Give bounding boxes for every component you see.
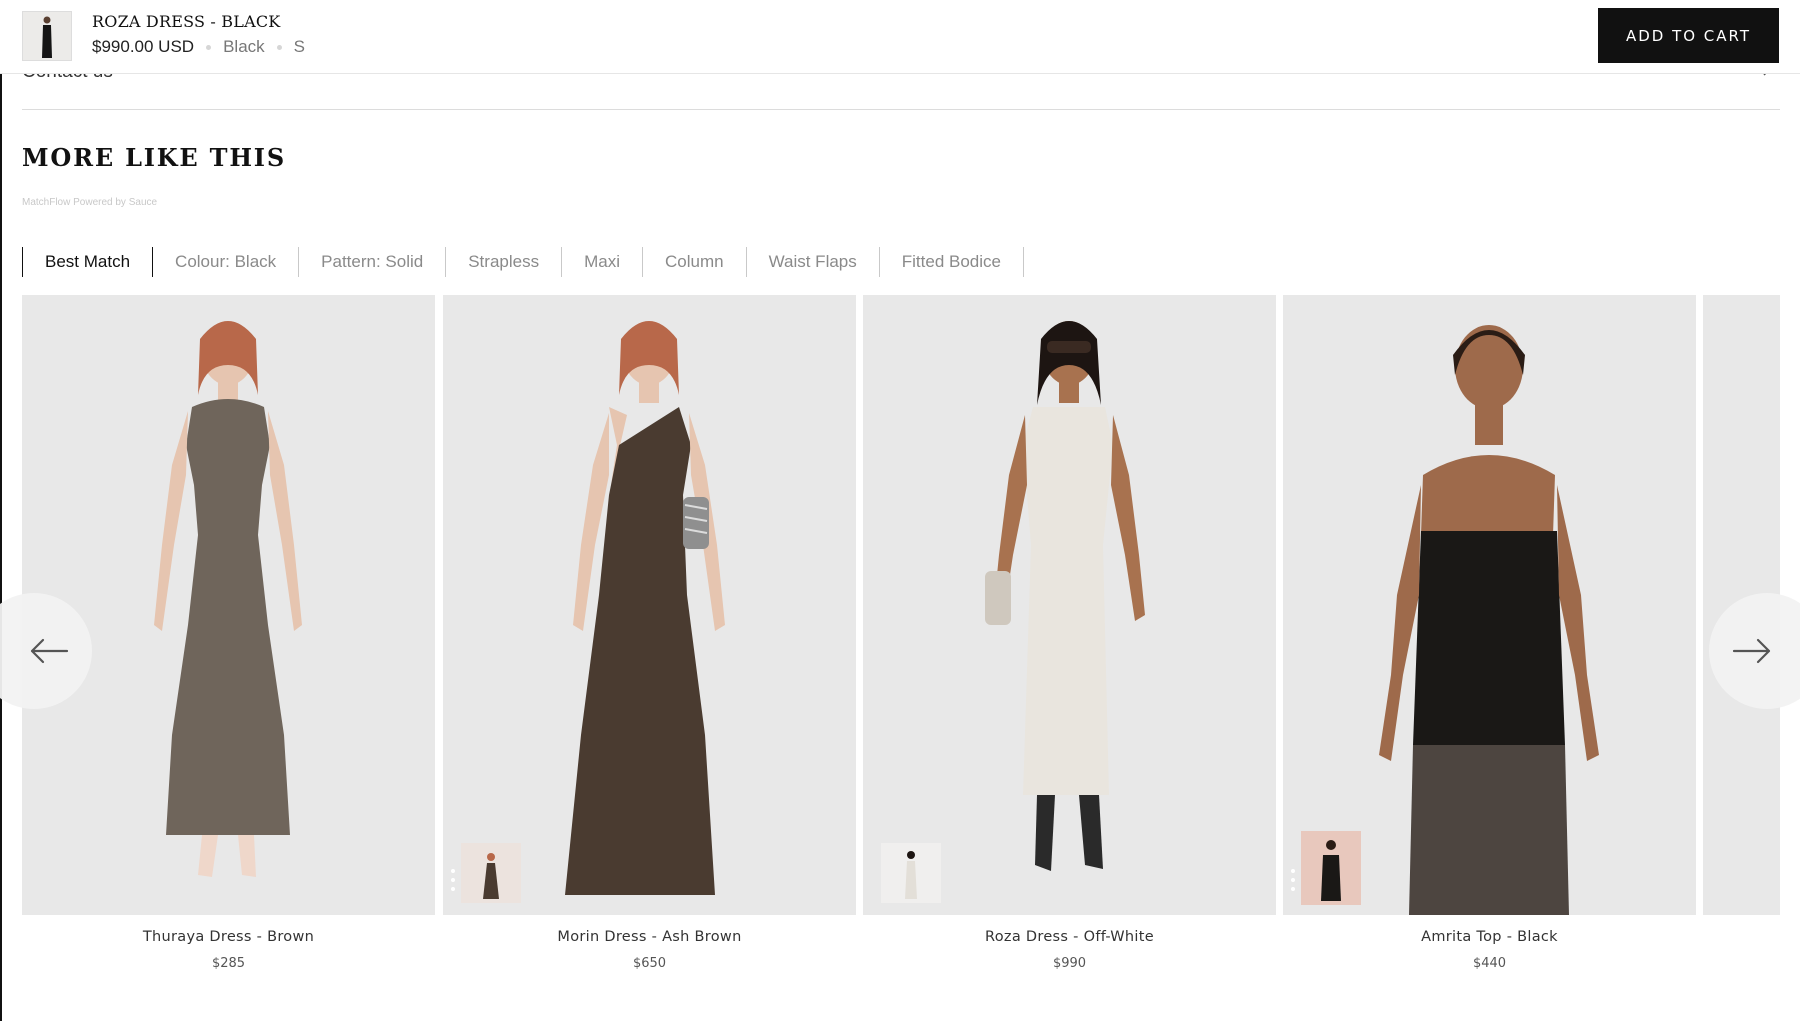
product-image[interactable] xyxy=(863,295,1276,915)
add-to-cart-button[interactable]: ADD TO CART xyxy=(1598,8,1779,63)
product-price: $990 xyxy=(1052,956,1087,971)
filter-tabs: Best Match Colour: Black Pattern: Solid … xyxy=(22,247,1024,277)
filter-tab-maxi[interactable]: Maxi xyxy=(562,247,643,277)
alt-image-thumbnail[interactable] xyxy=(1301,831,1361,905)
page-edge xyxy=(0,0,2,1021)
section-title: MORE LIKE THIS xyxy=(22,143,286,172)
sticky-product-title: ROZA DRESS - BLACK xyxy=(92,12,281,31)
product-price: $650 xyxy=(632,956,667,971)
sticky-product-colour: Black xyxy=(223,37,265,56)
sticky-product-price: $990.00 USD xyxy=(92,37,195,56)
powered-by-text: MatchFlow Powered by Sauce xyxy=(22,197,158,208)
filter-tab-best-match[interactable]: Best Match xyxy=(22,247,154,277)
sticky-product-size: S xyxy=(293,37,305,56)
product-price: $440 xyxy=(1472,956,1507,971)
alt-image-thumbnail[interactable] xyxy=(461,843,521,903)
sticky-product-bar: ROZA DRESS - BLACK $990.00 USD Black S A… xyxy=(0,0,1800,74)
product-price: $285 xyxy=(211,956,246,971)
filter-tab-fitted-bodice[interactable]: Fitted Bodice xyxy=(880,247,1024,277)
separator-dot xyxy=(206,44,212,50)
alt-image-thumbnail[interactable] xyxy=(881,843,941,903)
filter-tab-colour-black[interactable]: Colour: Black xyxy=(153,247,300,277)
product-thumbnail xyxy=(22,11,72,61)
product-name[interactable]: Morin Dress - Ash Brown xyxy=(443,929,856,945)
arrow-right-icon xyxy=(1732,638,1772,664)
filter-tab-column[interactable]: Column xyxy=(643,247,747,277)
sticky-product-meta: $990.00 USD Black S xyxy=(92,37,305,57)
separator-dot xyxy=(276,44,282,50)
product-image[interactable] xyxy=(1283,295,1696,915)
product-name[interactable]: Roza Dress - Off-White xyxy=(863,929,1276,945)
filter-tab-waist-flaps[interactable]: Waist Flaps xyxy=(747,247,880,277)
image-pagination-dots xyxy=(1291,869,1295,899)
arrow-left-icon xyxy=(29,638,69,664)
image-pagination-dots xyxy=(451,869,455,899)
product-image[interactable] xyxy=(22,295,435,915)
filter-tab-pattern-solid[interactable]: Pattern: Solid xyxy=(299,247,447,277)
product-name[interactable]: Thuraya Dress - Brown xyxy=(22,929,435,945)
filter-tab-strapless[interactable]: Strapless xyxy=(446,247,563,277)
product-carousel: Thuraya Dress - Brown $285 Morin Dress -… xyxy=(22,295,1780,995)
product-image[interactable] xyxy=(443,295,856,915)
product-name[interactable]: Amrita Top - Black xyxy=(1283,929,1696,945)
